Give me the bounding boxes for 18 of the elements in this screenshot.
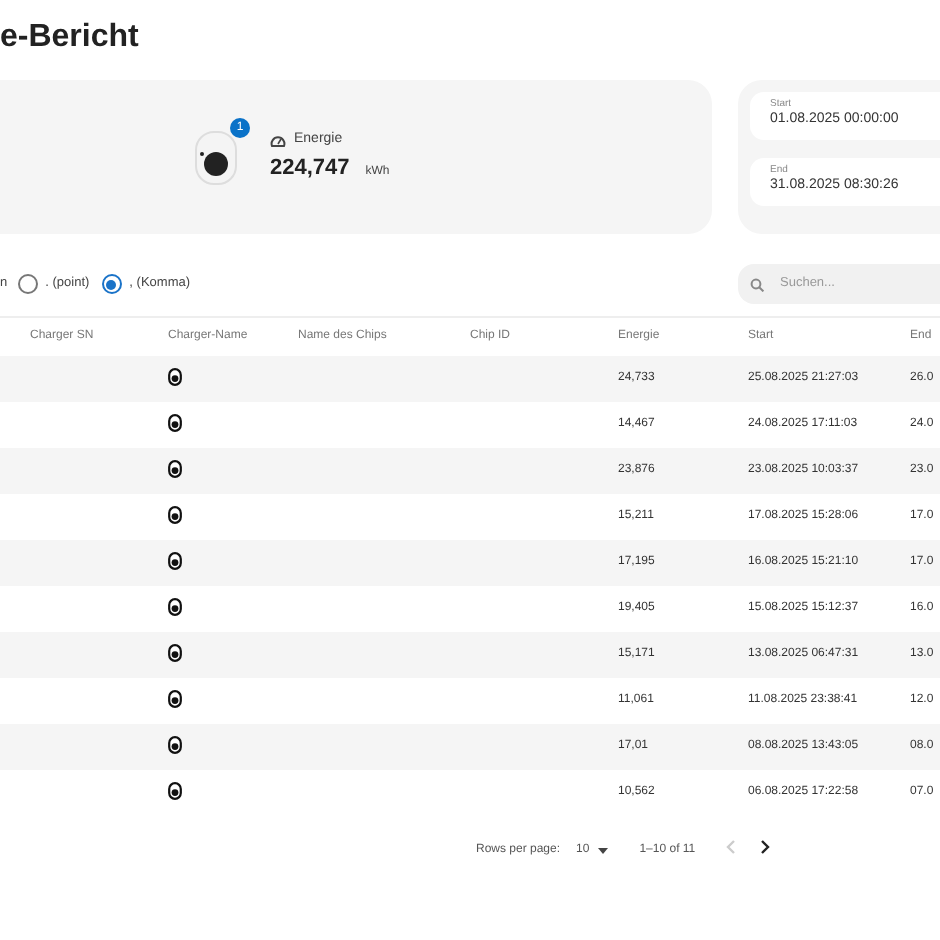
energy-value: 224,747 [270,153,350,183]
charger-icon [168,460,182,479]
radio-button[interactable] [101,274,122,294]
charger-icon [168,552,182,571]
charger-icon [168,690,182,709]
charger-icon [168,506,182,525]
charger-icon [168,368,182,387]
search-icon [750,277,764,291]
charger-icon [168,644,182,663]
gauge-icon [270,133,286,148]
charger-icon [168,782,182,801]
charger-icon [168,414,182,433]
charger-icon [168,598,182,617]
caret-icon [597,847,608,853]
charger-icon [168,736,182,755]
page-title: e-Bericht [0,18,141,58]
radio-button[interactable] [17,274,38,294]
wallbox-icon [194,129,238,185]
